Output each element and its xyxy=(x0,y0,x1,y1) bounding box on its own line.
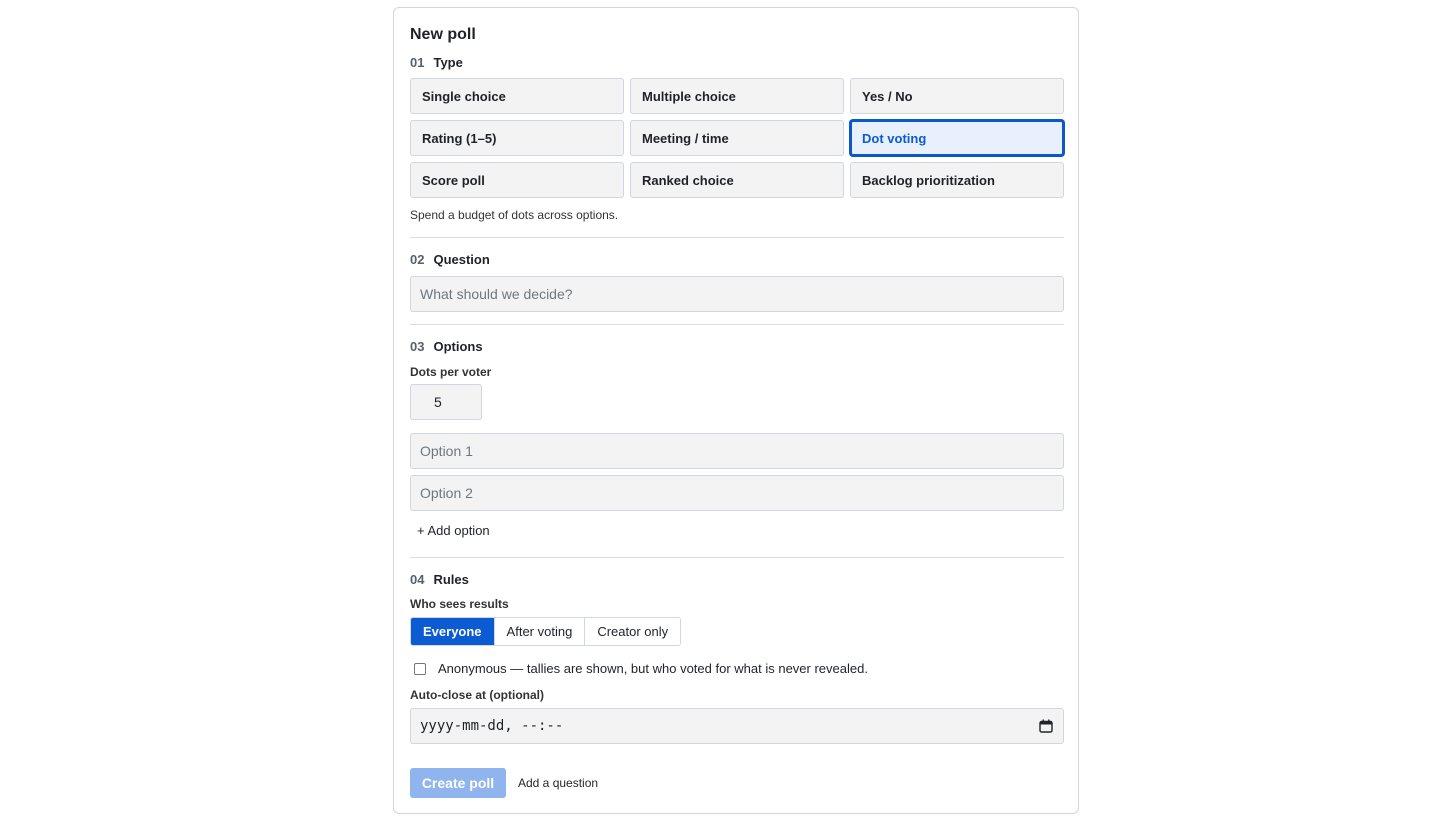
section-rules-heading: 04 Rules xyxy=(410,572,469,587)
section-number: 02 xyxy=(410,252,425,267)
section-label: Options xyxy=(433,339,483,354)
type-option-score-poll[interactable]: Score poll xyxy=(410,162,624,198)
divider xyxy=(410,557,1064,558)
section-options-heading: 03 Options xyxy=(410,339,483,354)
add-question-link[interactable]: Add a question xyxy=(518,776,598,790)
results-everyone-button[interactable]: Everyone xyxy=(411,618,495,645)
divider xyxy=(410,324,1064,325)
calendar-icon[interactable] xyxy=(1039,719,1053,733)
section-question-heading: 02 Question xyxy=(410,252,490,267)
create-poll-button[interactable]: Create poll xyxy=(410,768,506,798)
poll-form-card: New poll 01 Type Single choice Multiple c… xyxy=(393,7,1079,814)
section-number: 03 xyxy=(410,339,425,354)
results-visibility-label: Who sees results xyxy=(410,597,509,611)
form-title: New poll xyxy=(410,26,476,43)
dots-per-voter-label: Dots per voter xyxy=(410,365,492,379)
type-option-meeting-time[interactable]: Meeting / time xyxy=(630,120,844,156)
type-option-ranked-choice[interactable]: Ranked choice xyxy=(630,162,844,198)
divider xyxy=(410,237,1064,238)
option-1-input[interactable]: Option 1 xyxy=(410,433,1064,469)
dots-per-voter-input[interactable]: 5 xyxy=(410,384,482,420)
section-label: Rules xyxy=(433,572,469,587)
type-option-yes-no[interactable]: Yes / No xyxy=(850,78,1064,114)
type-help-text: Spend a budget of dots across options. xyxy=(410,208,619,222)
section-label: Type xyxy=(433,55,463,70)
anonymous-row: Anonymous — tallies are shown, but who v… xyxy=(414,661,868,676)
type-option-multiple-choice[interactable]: Multiple choice xyxy=(630,78,844,114)
anonymous-checkbox[interactable] xyxy=(414,662,426,675)
type-option-single-choice[interactable]: Single choice xyxy=(410,78,624,114)
type-option-rating[interactable]: Rating (1–5) xyxy=(410,120,624,156)
autoclose-datetime-input[interactable]: yyyy-mm-dd, --:-- xyxy=(410,708,1064,744)
type-option-backlog-prioritization[interactable]: Backlog prioritization xyxy=(850,162,1064,198)
question-input[interactable]: What should we decide? xyxy=(410,276,1064,312)
option-2-input[interactable]: Option 2 xyxy=(410,475,1064,511)
results-creator-only-button[interactable]: Creator only xyxy=(585,618,681,645)
section-label: Question xyxy=(433,252,490,267)
add-option-button[interactable]: + Add option xyxy=(417,523,490,538)
section-number: 04 xyxy=(410,572,425,587)
type-option-dot-voting[interactable]: Dot voting xyxy=(850,120,1064,156)
results-after-voting-button[interactable]: After voting xyxy=(494,618,586,645)
anonymous-label: Anonymous — tallies are shown, but who v… xyxy=(438,661,868,676)
section-type-heading: 01 Type xyxy=(410,55,463,70)
section-number: 01 xyxy=(410,55,425,70)
autoclose-placeholder: yyyy-mm-dd, --:-- xyxy=(420,718,564,734)
results-visibility-segmented-control: Everyone After voting Creator only xyxy=(410,617,682,646)
autoclose-label: Auto-close at (optional) xyxy=(410,688,544,702)
